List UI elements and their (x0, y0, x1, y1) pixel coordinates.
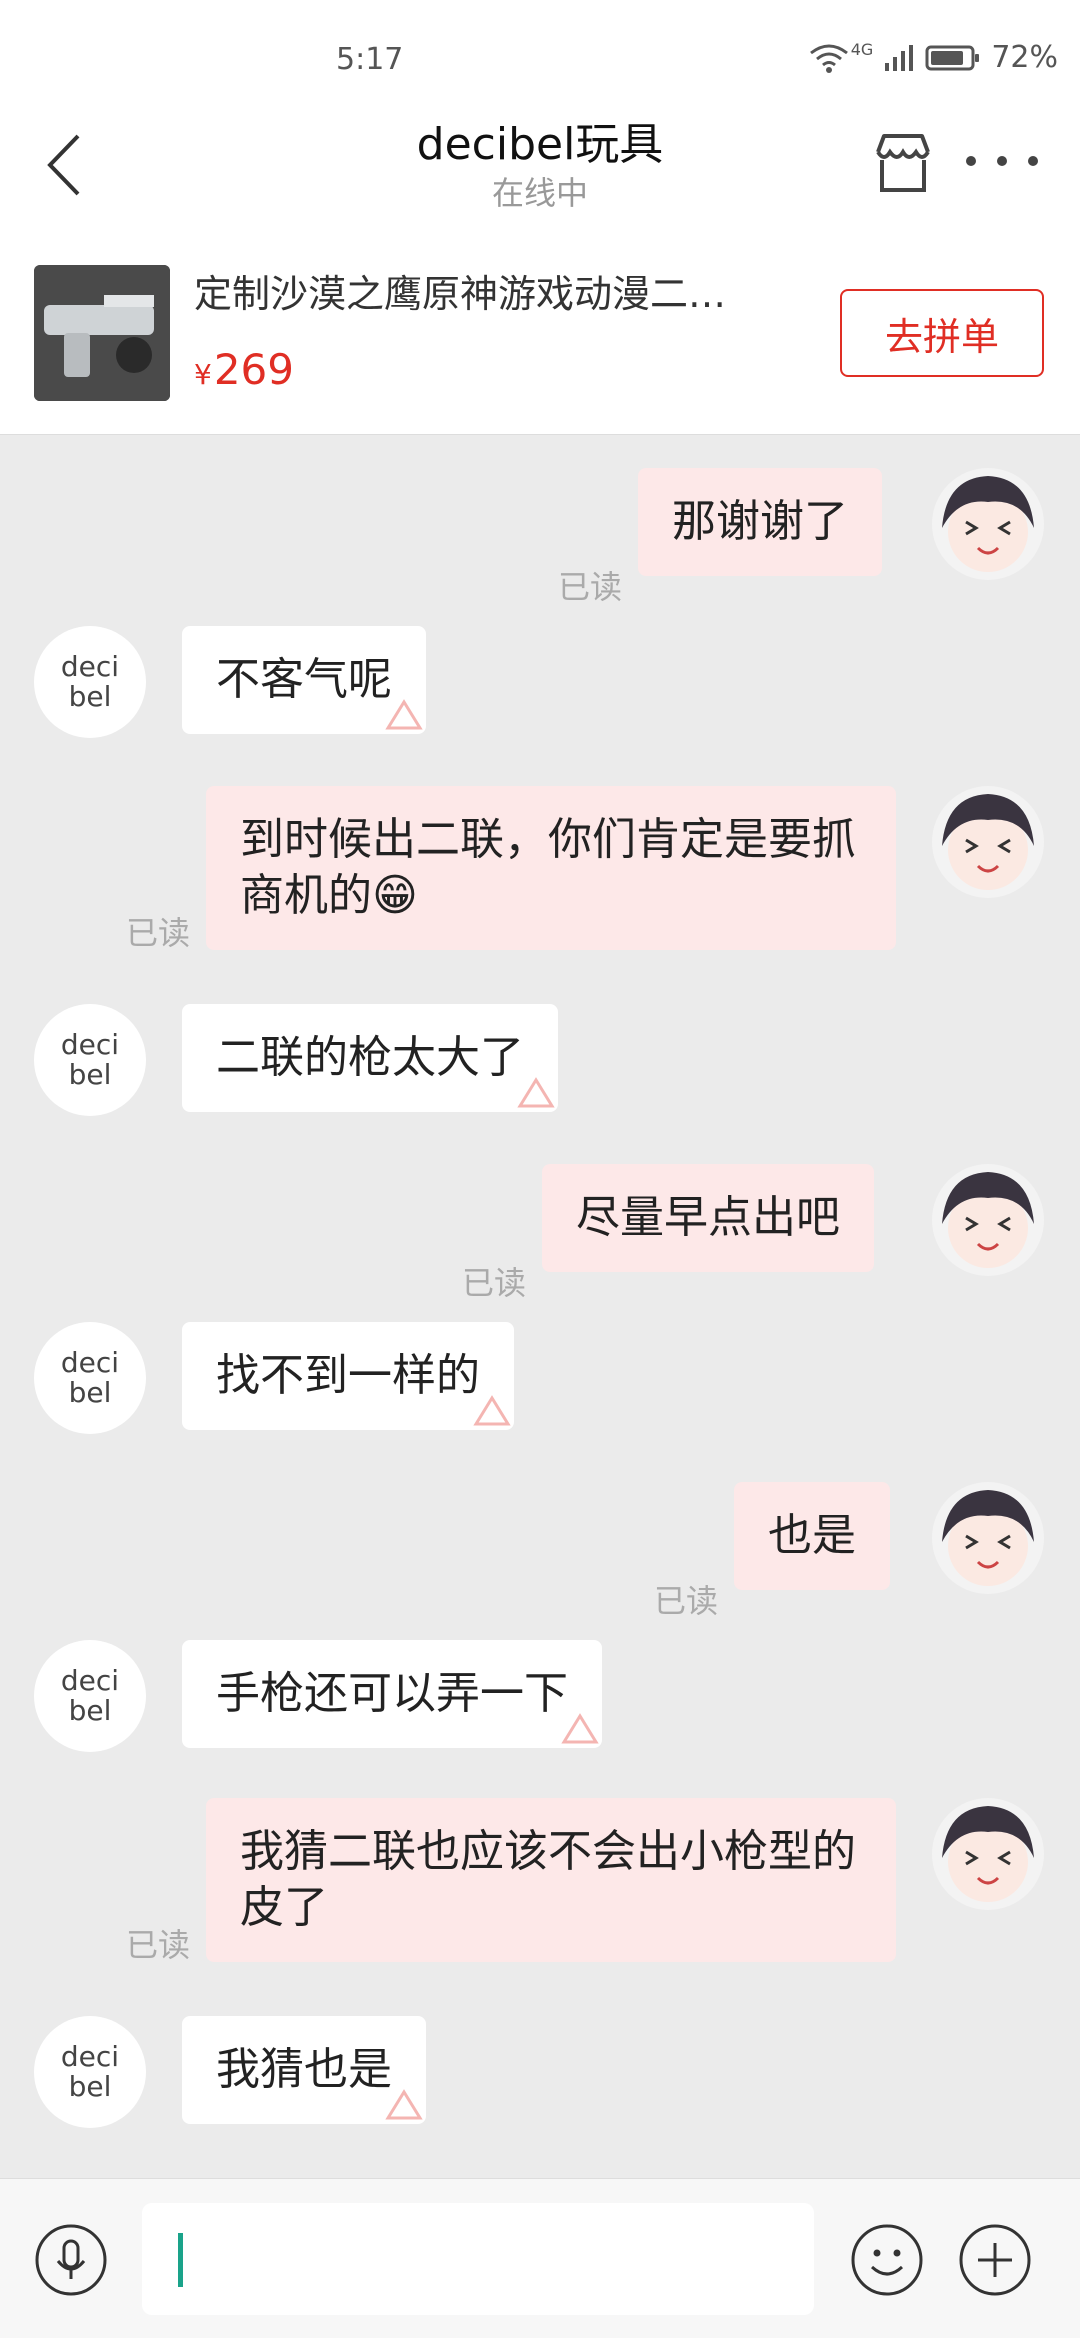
message-bubble[interactable]: 找不到一样的 (182, 1322, 514, 1430)
avatar-text-line2: bel (68, 2070, 112, 2103)
contact-avatar[interactable]: deci bel (34, 2016, 146, 2128)
plus-icon[interactable] (958, 2223, 1032, 2297)
message-text: 不客气呢 (216, 654, 392, 705)
chat-header: decibel玩具 在线中 (0, 100, 1080, 235)
contact-avatar[interactable]: deci bel (34, 1004, 146, 1116)
read-receipt: 已读 (126, 1926, 191, 1964)
message-text: 二联的枪太大了 (216, 1032, 524, 1083)
read-receipt: 已读 (654, 1582, 719, 1620)
product-thumbnail[interactable] (34, 265, 170, 401)
more-icon[interactable] (966, 156, 1038, 172)
product-card[interactable]: 定制沙漠之鹰原神游戏动漫二… ¥269 去拼单 (0, 235, 1080, 435)
price-value: 269 (213, 345, 294, 394)
avatar-text-line2: bel (68, 1376, 112, 1409)
network-type-label: 4G (850, 40, 874, 59)
message-bubble[interactable]: 我猜二联也应该不会出小枪型的皮了 (206, 1798, 896, 1962)
input-bar (0, 2178, 1080, 2338)
text-cursor (178, 2233, 183, 2287)
read-receipt: 已读 (558, 568, 623, 606)
emoji-icon[interactable] (850, 2223, 924, 2297)
shop-icon[interactable] (870, 130, 936, 196)
my-avatar[interactable] (932, 1482, 1044, 1594)
avatar-text-line1: deci (60, 1346, 120, 1379)
watermark-icon (385, 2089, 423, 2120)
chat-messages[interactable]: 已读 那谢谢了 deci bel 不客气呢 已读 到时候出二联，你们肯定是要抓商机… (0, 436, 1080, 2178)
message-text: 手枪还可以弄一下 (216, 1668, 568, 1719)
mic-icon[interactable] (34, 2223, 108, 2297)
message-bubble[interactable]: 尽量早点出吧 (542, 1164, 874, 1272)
watermark-icon (473, 1395, 511, 1426)
currency-symbol: ¥ (194, 358, 212, 391)
contact-avatar[interactable]: deci bel (34, 626, 146, 738)
message-bubble[interactable]: 不客气呢 (182, 626, 426, 734)
watermark-icon (385, 699, 423, 730)
avatar-text-line2: bel (68, 680, 112, 713)
message-bubble[interactable]: 也是 (734, 1482, 890, 1590)
status-time: 5:17 (336, 42, 404, 77)
my-avatar[interactable] (932, 1798, 1044, 1910)
message-bubble[interactable]: 那谢谢了 (638, 468, 882, 576)
read-receipt: 已读 (126, 914, 191, 952)
group-buy-button[interactable]: 去拼单 (840, 289, 1044, 377)
message-bubble[interactable]: 到时候出二联，你们肯定是要抓商机的😁 (206, 786, 896, 950)
read-receipt: 已读 (462, 1264, 527, 1302)
my-avatar[interactable] (932, 468, 1044, 580)
battery-level: 72% (991, 40, 1058, 75)
message-bubble[interactable]: 手枪还可以弄一下 (182, 1640, 602, 1748)
watermark-icon (561, 1713, 599, 1744)
my-avatar[interactable] (932, 786, 1044, 898)
product-title[interactable]: 定制沙漠之鹰原神游戏动漫二… (194, 263, 794, 318)
status-icons: 4G 72% (809, 40, 1058, 75)
avatar-text-line1: deci (60, 2040, 120, 2073)
avatar-text-line1: deci (60, 650, 120, 683)
signal-icon (885, 44, 914, 71)
my-avatar[interactable] (932, 1164, 1044, 1276)
message-input[interactable] (142, 2203, 814, 2315)
wifi-icon (809, 44, 848, 73)
contact-avatar[interactable]: deci bel (34, 1640, 146, 1752)
avatar-text-line1: deci (60, 1028, 120, 1061)
message-bubble[interactable]: 我猜也是 (182, 2016, 426, 2124)
message-text: 我猜也是 (216, 2044, 392, 2095)
avatar-text-line1: deci (60, 1664, 120, 1697)
avatar-text-line2: bel (68, 1058, 112, 1091)
product-price: ¥269 (194, 345, 294, 394)
watermark-icon (517, 1077, 555, 1108)
message-bubble[interactable]: 二联的枪太大了 (182, 1004, 558, 1112)
contact-avatar[interactable]: deci bel (34, 1322, 146, 1434)
battery-icon (925, 45, 980, 70)
status-bar: 5:17 4G 72% (0, 0, 1080, 100)
message-text: 找不到一样的 (216, 1350, 480, 1401)
avatar-text-line2: bel (68, 1694, 112, 1727)
